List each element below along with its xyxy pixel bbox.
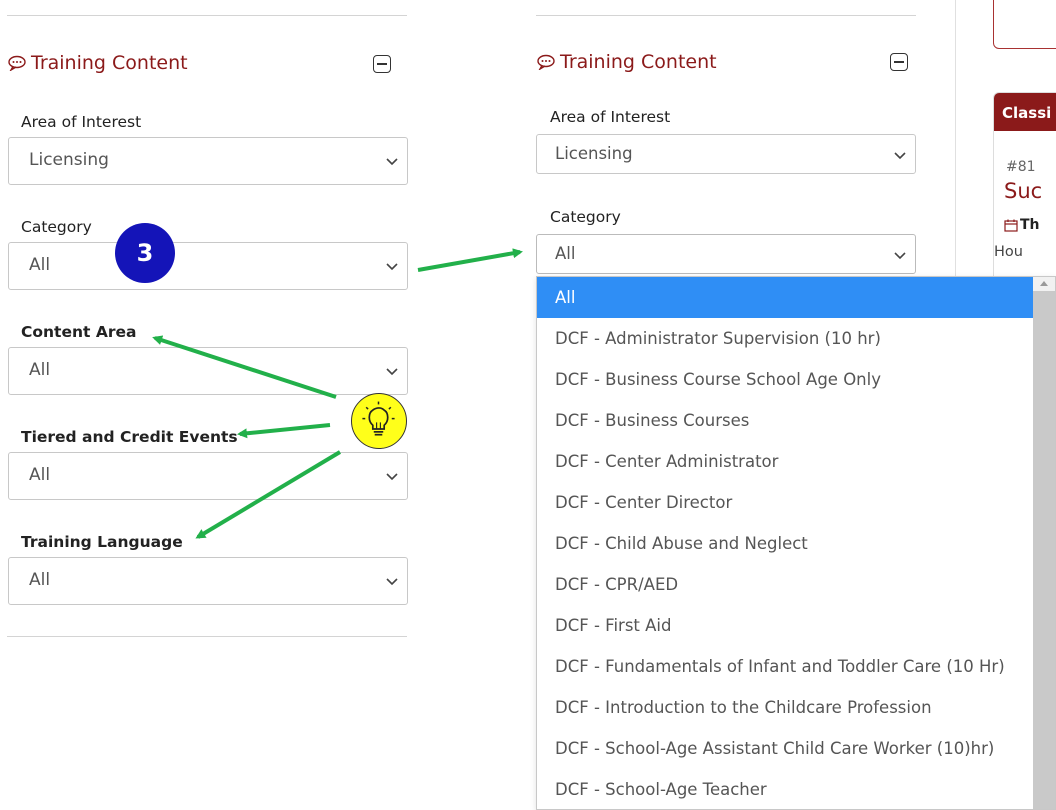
step-badge: 3	[115, 223, 175, 283]
arrow-to-category-dropdown	[417, 248, 523, 272]
arrow-to-training-language	[195, 450, 342, 539]
arrow-to-content-area	[152, 335, 337, 399]
annotation-arrows	[152, 248, 523, 539]
lightbulb-icon	[351, 393, 407, 449]
arrow-to-tiered-credit	[237, 423, 331, 439]
